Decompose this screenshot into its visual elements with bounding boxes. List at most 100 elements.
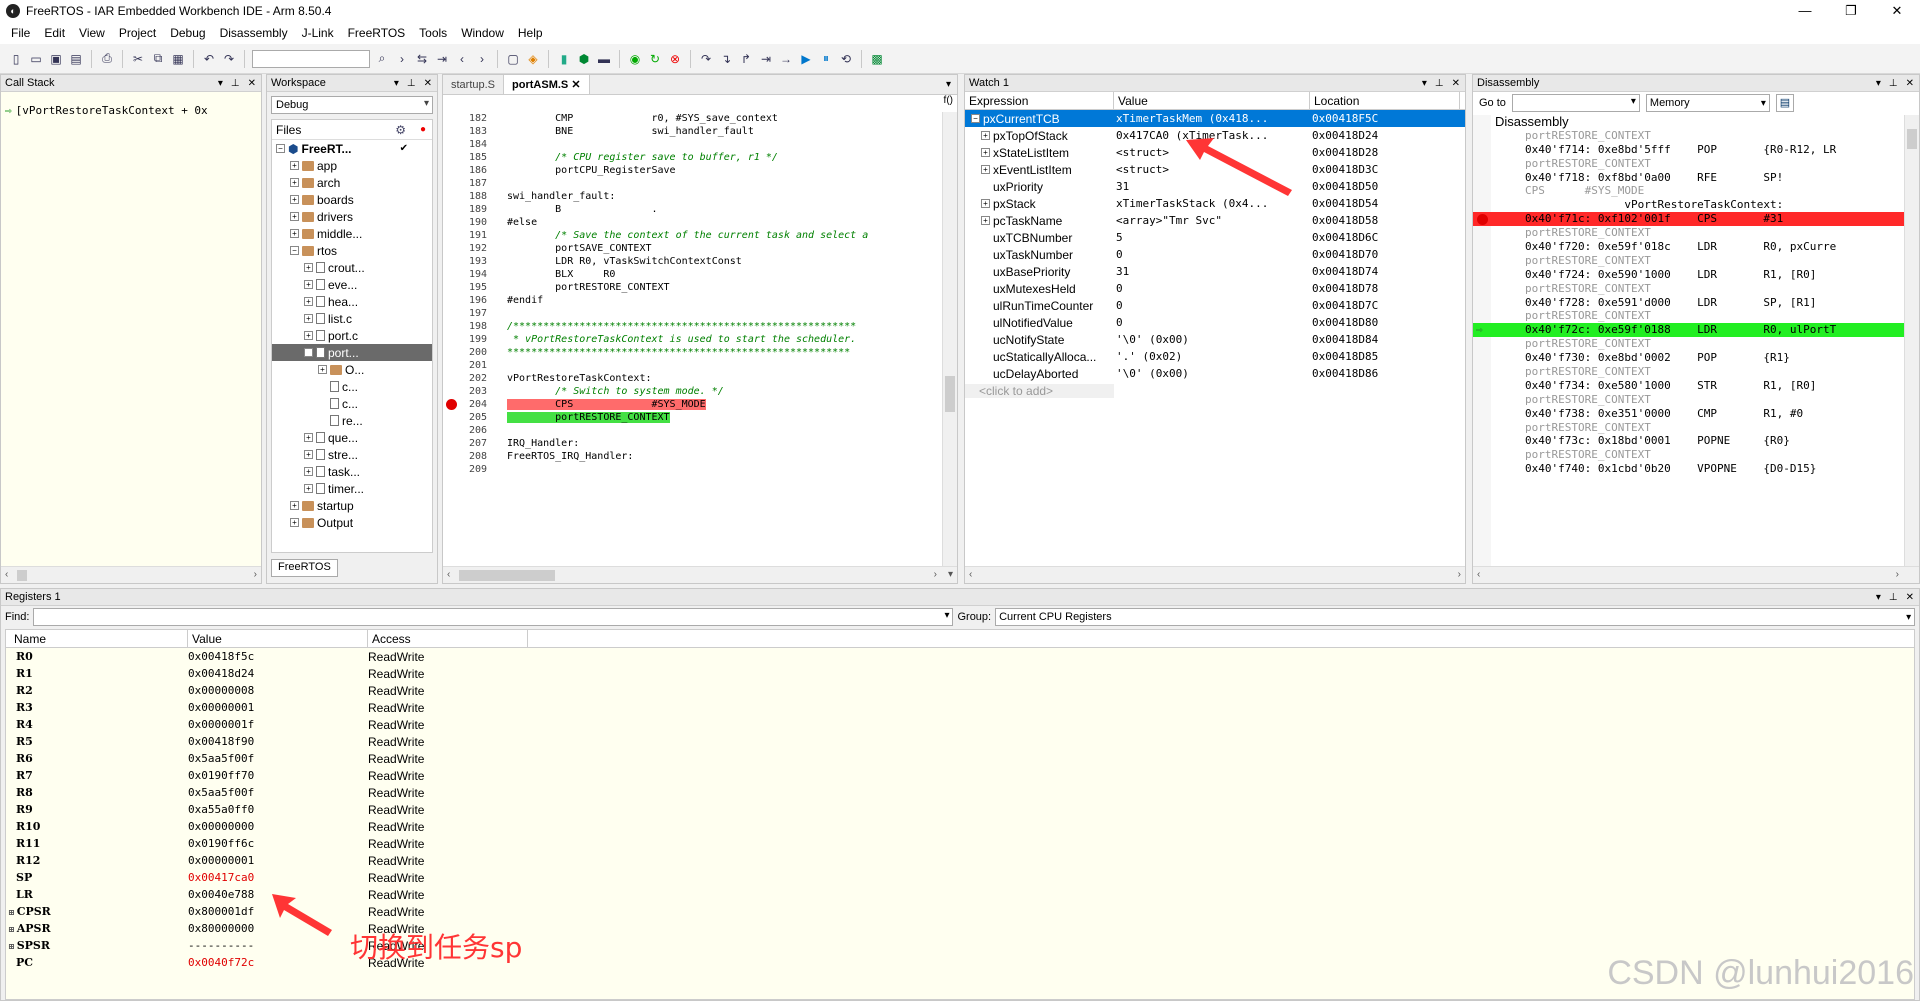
expand-icon[interactable]: ⊞ (8, 907, 15, 917)
print-icon[interactable]: ⎙ (99, 51, 115, 67)
make-icon[interactable]: ⬢ (576, 51, 592, 67)
call-stack-entry[interactable]: [vPortRestoreTaskContext + 0x (16, 104, 208, 117)
tree-item[interactable]: + O... (272, 361, 432, 378)
find-combo[interactable] (252, 49, 370, 68)
expand-icon[interactable]: + (304, 467, 313, 476)
indent-icon[interactable]: ⇥ (434, 51, 450, 67)
menu-item-file[interactable]: File (4, 26, 37, 40)
tree-item[interactable]: + app (272, 157, 432, 174)
watch-row[interactable]: uxTCBNumber 5 0x00418D6C (965, 229, 1465, 246)
pin-icon[interactable]: ⊥ (1889, 592, 1898, 603)
close-button[interactable]: ✕ (1874, 3, 1920, 19)
close-icon[interactable]: ✕ (424, 78, 432, 89)
memory-select[interactable]: Memory ▾ (1645, 94, 1770, 112)
copy-icon[interactable]: ⧉ (150, 51, 166, 67)
expand-icon[interactable]: + (304, 450, 313, 459)
expand-icon[interactable]: + (304, 331, 313, 340)
break-icon[interactable]: ⏸ (818, 51, 834, 67)
cut-icon[interactable]: ✂ (130, 51, 146, 67)
menu-item-help[interactable]: Help (511, 26, 550, 40)
options-icon[interactable]: ▤ (1775, 94, 1794, 112)
register-value[interactable]: 0x00000000 (188, 820, 368, 833)
expand-icon[interactable]: + (981, 148, 990, 157)
menu-item-edit[interactable]: Edit (37, 26, 72, 40)
pin-icon[interactable]: ⊥ (407, 78, 416, 89)
close-icon[interactable]: ✕ (1452, 78, 1460, 89)
save-icon[interactable]: ▣ (48, 51, 64, 67)
register-row[interactable]: R6 0x5aa5f00f ReadWrite (6, 750, 1914, 767)
expand-icon[interactable]: ⊞ (8, 941, 15, 951)
tree-item[interactable]: + hea... (272, 293, 432, 310)
go-run-icon[interactable]: ▶ (798, 51, 814, 67)
register-value[interactable]: 0x00000008 (188, 684, 368, 697)
expand-icon[interactable]: + (304, 314, 313, 323)
register-row[interactable]: R4 0x0000001f ReadWrite (6, 716, 1914, 733)
register-value[interactable]: ---------- (188, 939, 368, 952)
open-icon[interactable]: ▭ (28, 51, 44, 67)
register-value[interactable]: 0x00000001 (188, 701, 368, 714)
step-over-icon[interactable]: ↷ (698, 51, 714, 67)
expand-icon[interactable]: + (304, 433, 313, 442)
tree-item[interactable]: + list.c (272, 310, 432, 327)
watch-row[interactable]: ucStaticallyAlloca... '.' (0x02) 0x00418D8… (965, 348, 1465, 365)
expand-icon[interactable]: + (290, 212, 299, 221)
paste-icon[interactable]: ▦ (170, 51, 186, 67)
register-row[interactable]: R9 0xa55a0ff0 ReadWrite (6, 801, 1914, 818)
horizontal-scrollbar[interactable]: ‹ › ▾ (443, 566, 957, 583)
tree-item[interactable]: + drivers (272, 208, 432, 225)
close-icon[interactable]: ✕ (248, 78, 256, 89)
gear-icon[interactable]: ⚙ (395, 123, 406, 137)
expand-icon[interactable]: + (290, 161, 299, 170)
breakpoint-icon[interactable] (446, 399, 457, 410)
register-value[interactable]: 0x0190ff6c (188, 837, 368, 850)
tree-item[interactable]: − port... (272, 344, 432, 361)
menu-item-debug[interactable]: Debug (163, 26, 212, 40)
collapse-icon[interactable]: − (290, 246, 299, 255)
tree-item[interactable]: c... (272, 395, 432, 412)
register-row[interactable]: R7 0x0190ff70 ReadWrite (6, 767, 1914, 784)
column-name[interactable]: Name (6, 630, 188, 647)
compile-icon[interactable]: ▮ (556, 51, 572, 67)
tree-item[interactable]: + port.c (272, 327, 432, 344)
tab-list-icon[interactable]: ▾ (940, 79, 957, 94)
expand-icon[interactable]: + (290, 178, 299, 187)
column-value[interactable]: Value (1114, 92, 1310, 109)
expand-icon[interactable]: + (304, 263, 313, 272)
column-value[interactable]: Value (188, 630, 368, 647)
template-icon[interactable]: ▢ (505, 51, 521, 67)
menu-item-view[interactable]: View (72, 26, 112, 40)
tree-item[interactable]: + task... (272, 463, 432, 480)
tab-startup-s[interactable]: startup.S (443, 76, 503, 94)
close-tab-icon[interactable]: ✕ (571, 79, 580, 91)
step-out-icon[interactable]: ↱ (738, 51, 754, 67)
tree-item[interactable]: + crout... (272, 259, 432, 276)
register-value[interactable]: 0x0000001f (188, 718, 368, 731)
watch-row[interactable]: + pcTaskName <array>"Tmr Svc" 0x00418D58 (965, 212, 1465, 229)
breakpoint-icon[interactable] (1477, 214, 1488, 226)
expand-icon[interactable]: ⊞ (8, 924, 15, 934)
maximize-button[interactable]: ❐ (1828, 3, 1874, 19)
tree-item[interactable]: re... (272, 412, 432, 429)
vertical-scrollbar[interactable] (1904, 115, 1919, 566)
register-value[interactable]: 0x5aa5f00f (188, 786, 368, 799)
step-into-icon[interactable]: ↴ (718, 51, 734, 67)
register-value[interactable]: 0xa55a0ff0 (188, 803, 368, 816)
debug-icon[interactable]: ◈ (525, 51, 541, 67)
tree-item[interactable]: + boards (272, 191, 432, 208)
tree-item[interactable]: + eve... (272, 276, 432, 293)
horizontal-scrollbar[interactable]: ‹ › (1473, 566, 1919, 583)
configuration-select[interactable]: Debug ▾ (271, 96, 433, 114)
goto-input[interactable]: ▾ (1511, 94, 1640, 112)
expand-icon[interactable]: + (318, 365, 327, 374)
watch-row[interactable]: ulNotifiedValue 0 0x00418D80 (965, 314, 1465, 331)
register-value[interactable]: 0x00418f5c (188, 650, 368, 663)
stop-debug-icon[interactable]: ⊗ (667, 51, 683, 67)
find-next-icon[interactable]: › (394, 51, 410, 67)
prev-icon[interactable]: ‹ (454, 51, 470, 67)
register-row[interactable]: R3 0x00000001 ReadWrite (6, 699, 1914, 716)
disassembly-body[interactable]: Disassembly portRESTORE_CONTEXT 0x40'f714… (1473, 115, 1904, 566)
dropdown-icon[interactable]: ▾ (394, 78, 399, 89)
register-row[interactable]: R12 0x00000001 ReadWrite (6, 852, 1914, 869)
close-icon[interactable]: ✕ (1906, 592, 1914, 603)
dropdown-icon[interactable]: ▾ (1876, 592, 1881, 603)
